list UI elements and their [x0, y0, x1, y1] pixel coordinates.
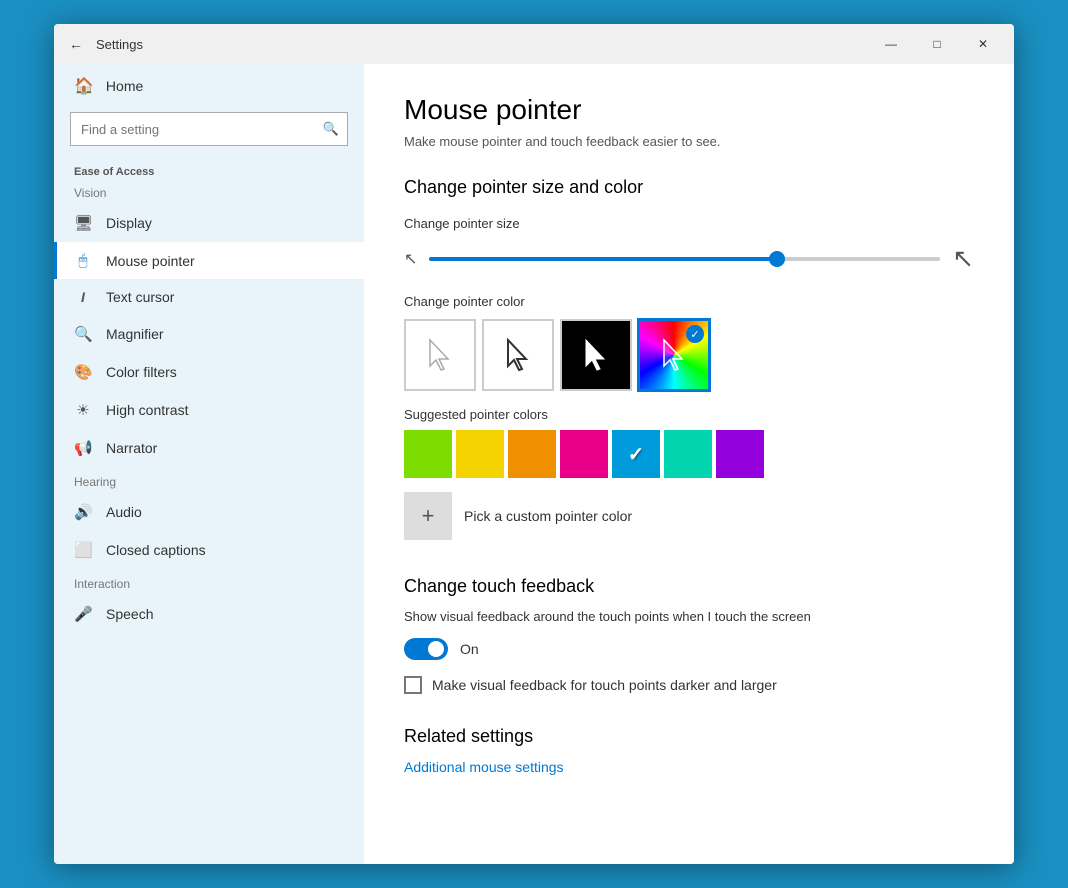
suggested-colors-label: Suggested pointer colors: [404, 407, 974, 422]
touch-feedback-toggle[interactable]: [404, 638, 448, 660]
sidebar-item-color-filters-label: Color filters: [106, 364, 177, 380]
pointer-size-color-heading: Change pointer size and color: [404, 177, 974, 198]
search-icon: 🔍: [315, 121, 347, 137]
text-cursor-icon: I: [74, 289, 92, 305]
page-subtitle: Make mouse pointer and touch feedback ea…: [404, 134, 974, 149]
change-pointer-color-label: Change pointer color: [404, 294, 974, 309]
custom-color-row: + Pick a custom pointer color: [404, 492, 974, 540]
speech-icon: 🎤: [74, 605, 92, 623]
cursor-custom-svg: [660, 338, 688, 372]
closed-captions-icon: ⬜: [74, 541, 92, 559]
close-button[interactable]: ✕: [960, 24, 1006, 64]
sidebar-section-vision: Vision: [54, 182, 364, 204]
change-pointer-size-label: Change pointer size: [404, 216, 974, 231]
maximize-button[interactable]: □: [914, 24, 960, 64]
sidebar-item-speech-label: Speech: [106, 606, 153, 622]
touch-feedback-heading: Change touch feedback: [404, 572, 974, 597]
pointer-swatch-black-outline[interactable]: [482, 319, 554, 391]
sidebar-item-display-label: Display: [106, 215, 152, 231]
suggested-color-yellow[interactable]: [456, 430, 504, 478]
pointer-swatch-black[interactable]: [560, 319, 632, 391]
sidebar-item-magnifier-label: Magnifier: [106, 326, 164, 342]
window-controls: — □ ✕: [868, 24, 1006, 64]
sidebar-item-display[interactable]: 🖥 Display: [54, 204, 364, 242]
cursor-black-outline-svg: [504, 338, 532, 372]
sidebar-section-hearing: Hearing: [54, 467, 364, 493]
sidebar-item-narrator-label: Narrator: [106, 440, 157, 456]
custom-color-label: Pick a custom pointer color: [464, 508, 632, 524]
high-contrast-icon: ☀: [74, 401, 92, 419]
touch-feedback-desc: Show visual feedback around the touch po…: [404, 609, 974, 624]
sidebar-item-mouse-pointer-label: Mouse pointer: [106, 253, 195, 269]
sidebar-item-color-filters[interactable]: 🎨 Color filters: [54, 353, 364, 391]
narrator-icon: 📢: [74, 439, 92, 457]
search-box[interactable]: 🔍: [70, 112, 348, 146]
titlebar: ← Settings — □ ✕: [54, 24, 1014, 64]
darker-feedback-label: Make visual feedback for touch points da…: [432, 677, 777, 693]
sidebar-item-narrator[interactable]: 📢 Narrator: [54, 429, 364, 467]
audio-icon: 🔊: [74, 503, 92, 521]
sidebar-item-high-contrast[interactable]: ☀ High contrast: [54, 391, 364, 429]
additional-mouse-settings-link[interactable]: Additional mouse settings: [404, 759, 564, 775]
suggested-color-pink[interactable]: [560, 430, 608, 478]
suggested-color-green[interactable]: [404, 430, 452, 478]
suggested-color-teal[interactable]: [664, 430, 712, 478]
cursor-small-icon: ↖: [404, 249, 417, 269]
slider-thumb[interactable]: [769, 251, 785, 267]
related-settings-heading: Related settings: [404, 726, 974, 747]
sidebar-item-text-cursor-label: Text cursor: [106, 289, 174, 305]
pointer-color-swatches: ✓: [404, 319, 974, 391]
pointer-swatch-white[interactable]: [404, 319, 476, 391]
content-area: Mouse pointer Make mouse pointer and tou…: [364, 64, 1014, 864]
home-label: Home: [106, 78, 143, 94]
sidebar-item-closed-captions[interactable]: ⬜ Closed captions: [54, 531, 364, 569]
sidebar-item-mouse-pointer[interactable]: 🖱 Mouse pointer: [54, 242, 364, 279]
sidebar-item-closed-captions-label: Closed captions: [106, 542, 206, 558]
sidebar-item-home[interactable]: 🏠 Home: [54, 64, 364, 108]
pointer-size-slider[interactable]: [429, 257, 940, 261]
custom-check-overlay: ✓: [686, 325, 704, 343]
darker-feedback-checkbox[interactable]: [404, 676, 422, 694]
blue-checkmark: ✓: [628, 442, 645, 467]
toggle-label: On: [460, 641, 479, 657]
suggested-color-purple[interactable]: [716, 430, 764, 478]
suggested-color-blue[interactable]: ✓: [612, 430, 660, 478]
sidebar-item-audio-label: Audio: [106, 504, 142, 520]
page-title: Mouse pointer: [404, 94, 974, 126]
pointer-swatch-custom[interactable]: ✓: [638, 319, 710, 391]
suggested-color-orange[interactable]: [508, 430, 556, 478]
window-title: Settings: [96, 37, 868, 52]
search-input[interactable]: [71, 122, 315, 137]
sidebar-section-label-ease: Ease of Access: [54, 158, 364, 182]
pointer-size-slider-row: ↖ ↖: [404, 243, 974, 274]
cursor-large-icon: ↖: [952, 243, 974, 274]
settings-window: ← Settings — □ ✕ 🏠 Home 🔍 Ease of Access…: [54, 24, 1014, 864]
cursor-black-svg: [582, 338, 610, 372]
color-filters-icon: 🎨: [74, 363, 92, 381]
sidebar: 🏠 Home 🔍 Ease of Access Vision 🖥 Display…: [54, 64, 364, 864]
sidebar-item-audio[interactable]: 🔊 Audio: [54, 493, 364, 531]
sidebar-item-high-contrast-label: High contrast: [106, 402, 188, 418]
main-layout: 🏠 Home 🔍 Ease of Access Vision 🖥 Display…: [54, 64, 1014, 864]
sidebar-item-speech[interactable]: 🎤 Speech: [54, 595, 364, 633]
suggested-colors-row: ✓: [404, 430, 974, 478]
home-icon: 🏠: [74, 76, 94, 96]
slider-fill: [429, 257, 776, 261]
display-icon: 🖥: [74, 214, 92, 232]
sidebar-section-interaction: Interaction: [54, 569, 364, 595]
sidebar-item-text-cursor[interactable]: I Text cursor: [54, 279, 364, 315]
darker-feedback-checkbox-row: Make visual feedback for touch points da…: [404, 676, 974, 694]
magnifier-icon: 🔍: [74, 325, 92, 343]
toggle-thumb: [428, 641, 444, 657]
cursor-white-svg: [426, 338, 454, 372]
custom-color-button[interactable]: +: [404, 492, 452, 540]
touch-feedback-toggle-row: On: [404, 638, 974, 660]
minimize-button[interactable]: —: [868, 24, 914, 64]
back-button[interactable]: ←: [62, 30, 90, 58]
sidebar-item-magnifier[interactable]: 🔍 Magnifier: [54, 315, 364, 353]
mouse-pointer-icon: 🖱: [74, 252, 92, 269]
